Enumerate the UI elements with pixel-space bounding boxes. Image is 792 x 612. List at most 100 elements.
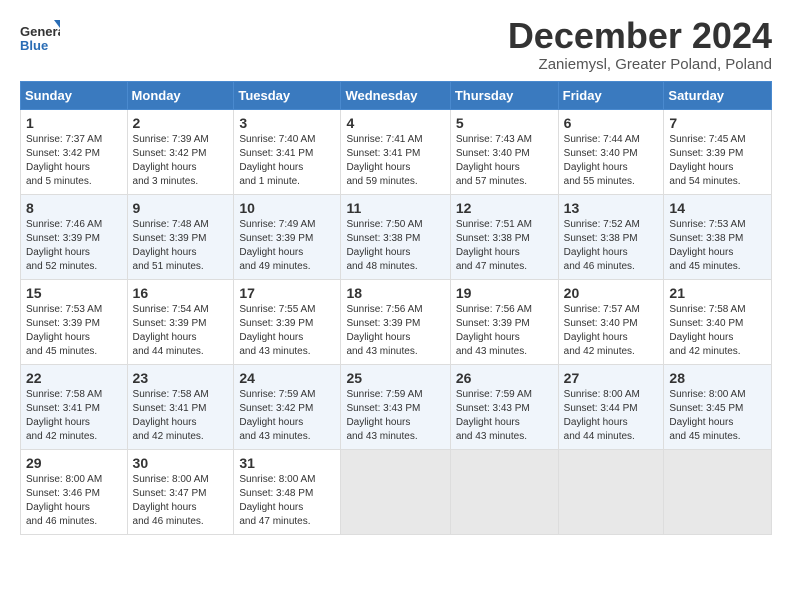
day-info: Sunrise: 8:00 AMSunset: 3:47 PMDaylight … [133, 473, 229, 529]
daylight-value: and 55 minutes. [564, 175, 659, 189]
daylight-value: and 43 minutes. [239, 345, 335, 359]
sunset-text: Sunset: 3:43 PM [346, 402, 444, 416]
weekday-header-monday: Monday [127, 81, 234, 109]
daylight-value: and 42 minutes. [26, 430, 122, 444]
day-number: 27 [564, 370, 659, 386]
calendar-cell: 23Sunrise: 7:58 AMSunset: 3:41 PMDayligh… [127, 364, 234, 449]
day-info: Sunrise: 7:50 AMSunset: 3:38 PMDaylight … [346, 218, 444, 274]
calendar-cell: 8Sunrise: 7:46 AMSunset: 3:39 PMDaylight… [21, 194, 128, 279]
sunrise-text: Sunrise: 7:51 AM [456, 218, 553, 232]
day-number: 11 [346, 200, 444, 216]
title-section: December 2024 Zaniemysl, Greater Poland,… [508, 16, 772, 73]
calendar-cell: 22Sunrise: 7:58 AMSunset: 3:41 PMDayligh… [21, 364, 128, 449]
calendar-cell: 5Sunrise: 7:43 AMSunset: 3:40 PMDaylight… [450, 109, 558, 194]
calendar-cell: 9Sunrise: 7:48 AMSunset: 3:39 PMDaylight… [127, 194, 234, 279]
daylight-value: and 43 minutes. [346, 345, 444, 359]
daylight-label: Daylight hours [669, 161, 766, 175]
daylight-label: Daylight hours [239, 416, 335, 430]
day-info: Sunrise: 7:48 AMSunset: 3:39 PMDaylight … [133, 218, 229, 274]
day-info: Sunrise: 7:52 AMSunset: 3:38 PMDaylight … [564, 218, 659, 274]
day-info: Sunrise: 7:44 AMSunset: 3:40 PMDaylight … [564, 133, 659, 189]
daylight-value: and 45 minutes. [669, 260, 766, 274]
daylight-value: and 46 minutes. [26, 515, 122, 529]
weekday-header-tuesday: Tuesday [234, 81, 341, 109]
sunset-text: Sunset: 3:38 PM [669, 232, 766, 246]
calendar-cell: 18Sunrise: 7:56 AMSunset: 3:39 PMDayligh… [341, 279, 450, 364]
calendar-cell: 2 Sunrise: 7:39 AMSunset: 3:42 PMDaylight… [127, 109, 234, 194]
daylight-label: Daylight hours [346, 416, 444, 430]
daylight-value: and 45 minutes. [669, 430, 766, 444]
calendar-cell: 14Sunrise: 7:53 AMSunset: 3:38 PMDayligh… [664, 194, 772, 279]
day-info: Sunrise: 7:39 AMSunset: 3:42 PMDaylight … [133, 133, 229, 189]
day-number: 25 [346, 370, 444, 386]
day-info: Sunrise: 7:58 AMSunset: 3:41 PMDaylight … [26, 388, 122, 444]
sunset-text: Sunset: 3:38 PM [564, 232, 659, 246]
calendar-cell: 12Sunrise: 7:51 AMSunset: 3:38 PMDayligh… [450, 194, 558, 279]
calendar-cell: 25 Sunrise: 7:59 AMSunset: 3:43 PMDayligh… [341, 364, 450, 449]
daylight-label: Daylight hours [456, 246, 553, 260]
sunrise-text: Sunrise: 7:54 AM [133, 303, 229, 317]
daylight-value: and 42 minutes. [564, 345, 659, 359]
calendar-cell: 6 Sunrise: 7:44 AMSunset: 3:40 PMDaylight… [558, 109, 664, 194]
day-number: 10 [239, 200, 335, 216]
day-number: 14 [669, 200, 766, 216]
sunrise-text: Sunrise: 7:40 AM [239, 133, 335, 147]
day-number: 12 [456, 200, 553, 216]
day-number: 23 [133, 370, 229, 386]
calendar-cell: 11 Sunrise: 7:50 AMSunset: 3:38 PMDayligh… [341, 194, 450, 279]
sunrise-text: Sunrise: 7:48 AM [133, 218, 229, 232]
weekday-header-wednesday: Wednesday [341, 81, 450, 109]
day-info: Sunrise: 8:00 AMSunset: 3:45 PMDaylight … [669, 388, 766, 444]
day-info: Sunrise: 7:56 AMSunset: 3:39 PMDaylight … [346, 303, 444, 359]
sunrise-text: Sunrise: 7:59 AM [346, 388, 444, 402]
week-row-4: 22Sunrise: 7:58 AMSunset: 3:41 PMDayligh… [21, 364, 772, 449]
day-number: 2 [133, 115, 229, 131]
calendar-cell [558, 449, 664, 534]
day-number: 16 [133, 285, 229, 301]
daylight-value: and 42 minutes. [669, 345, 766, 359]
day-number: 1 [26, 115, 122, 131]
day-number: 7 [669, 115, 766, 131]
calendar-cell: 27Sunrise: 8:00 AMSunset: 3:44 PMDayligh… [558, 364, 664, 449]
day-number: 6 [564, 115, 659, 131]
daylight-value: and 5 minutes. [26, 175, 122, 189]
sunrise-text: Sunrise: 7:44 AM [564, 133, 659, 147]
sunrise-text: Sunrise: 7:41 AM [346, 133, 444, 147]
sunset-text: Sunset: 3:45 PM [669, 402, 766, 416]
day-number: 8 [26, 200, 122, 216]
daylight-label: Daylight hours [239, 246, 335, 260]
day-number: 17 [239, 285, 335, 301]
daylight-label: Daylight hours [26, 246, 122, 260]
daylight-label: Daylight hours [133, 246, 229, 260]
calendar-cell: 4Sunrise: 7:41 AMSunset: 3:41 PMDaylight… [341, 109, 450, 194]
calendar-cell: 21Sunrise: 7:58 AMSunset: 3:40 PMDayligh… [664, 279, 772, 364]
daylight-value: and 57 minutes. [456, 175, 553, 189]
sunrise-text: Sunrise: 8:00 AM [239, 473, 335, 487]
sunset-text: Sunset: 3:40 PM [669, 317, 766, 331]
daylight-label: Daylight hours [346, 161, 444, 175]
sunset-text: Sunset: 3:41 PM [26, 402, 122, 416]
sunset-text: Sunset: 3:42 PM [26, 147, 122, 161]
daylight-label: Daylight hours [669, 331, 766, 345]
svg-text:General: General [20, 24, 60, 39]
daylight-value: and 43 minutes. [239, 430, 335, 444]
day-number: 26 [456, 370, 553, 386]
sunset-text: Sunset: 3:43 PM [456, 402, 553, 416]
sunset-text: Sunset: 3:48 PM [239, 487, 335, 501]
sunrise-text: Sunrise: 7:45 AM [669, 133, 766, 147]
location: Zaniemysl, Greater Poland, Poland [508, 56, 772, 73]
calendar-cell: 24Sunrise: 7:59 AMSunset: 3:42 PMDayligh… [234, 364, 341, 449]
calendar-cell: 26 Sunrise: 7:59 AMSunset: 3:43 PMDayligh… [450, 364, 558, 449]
daylight-value: and 54 minutes. [669, 175, 766, 189]
calendar-cell: 3Sunrise: 7:40 AMSunset: 3:41 PMDaylight… [234, 109, 341, 194]
logo-svg: General Blue [20, 20, 60, 56]
day-number: 24 [239, 370, 335, 386]
day-number: 29 [26, 455, 122, 471]
sunrise-text: Sunrise: 7:59 AM [239, 388, 335, 402]
sunset-text: Sunset: 3:39 PM [239, 232, 335, 246]
daylight-value: and 42 minutes. [133, 430, 229, 444]
calendar-cell [450, 449, 558, 534]
day-info: Sunrise: 7:43 AMSunset: 3:40 PMDaylight … [456, 133, 553, 189]
sunrise-text: Sunrise: 7:46 AM [26, 218, 122, 232]
day-info: Sunrise: 7:59 AMSunset: 3:43 PMDaylight … [456, 388, 553, 444]
